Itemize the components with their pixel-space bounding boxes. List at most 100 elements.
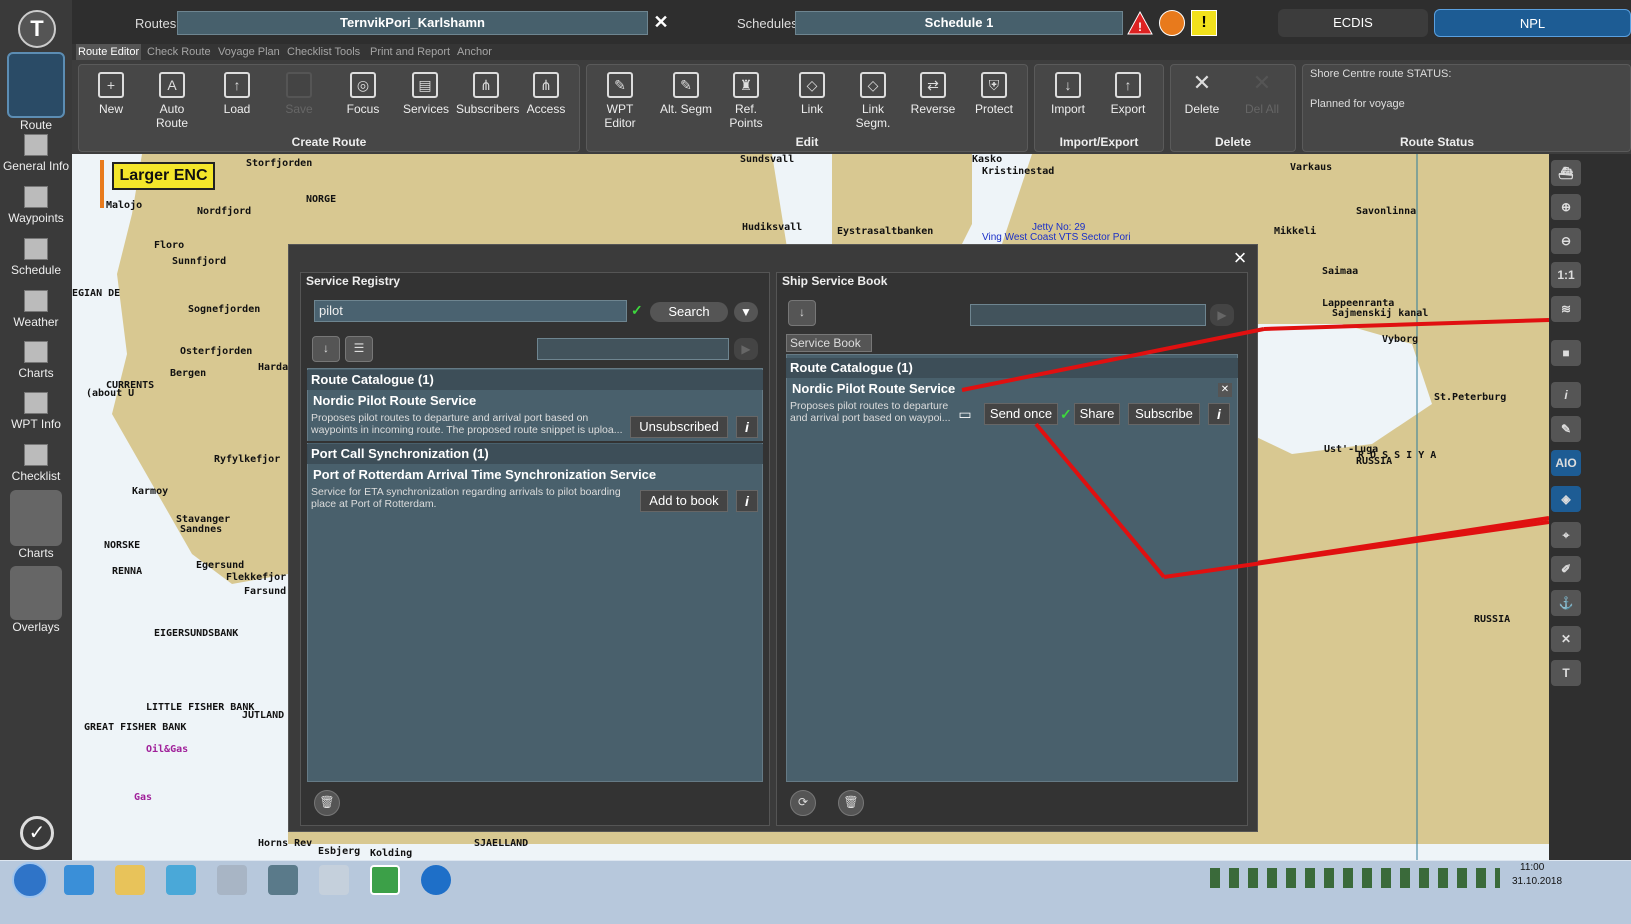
start-button-icon[interactable] [12, 862, 48, 898]
browser-icon[interactable] [64, 865, 94, 895]
service-info-icon[interactable]: i [736, 416, 758, 438]
clear-route-icon[interactable]: ✕ [650, 11, 672, 35]
link-segm-button[interactable]: ◇ Link Segm. [843, 70, 903, 130]
tab-voyage-plan[interactable]: Voyage Plan [216, 44, 282, 60]
sort-az-icon[interactable]: ↓ [788, 300, 816, 326]
close-dialog-icon[interactable]: × [1228, 247, 1252, 269]
ecdis-button[interactable]: ECDIS [1278, 9, 1428, 37]
save-button[interactable]: Save [280, 70, 318, 124]
access-button[interactable]: ⋔ Access [525, 70, 567, 124]
service-name[interactable]: Port of Rotterdam Arrival Time Synchroni… [309, 467, 656, 482]
sidebar-schedule[interactable]: Schedule [0, 238, 72, 277]
category-header[interactable]: Route Catalogue (1) [786, 358, 1238, 378]
zoom-out-icon[interactable]: ⊖ [1551, 228, 1581, 254]
t-logo-icon[interactable]: T [1551, 660, 1581, 686]
alarm-warning-icon[interactable]: ! [1127, 10, 1153, 36]
book-service-name[interactable]: Nordic Pilot Route Service [788, 381, 955, 396]
chart-select-icon[interactable]: ◈ [1551, 486, 1581, 512]
service-info-icon[interactable]: i [1208, 403, 1230, 425]
import-button[interactable]: ↓ Import [1047, 70, 1089, 124]
tools-icon[interactable]: ✕ [1551, 626, 1581, 652]
registry-search-input[interactable]: pilot [314, 300, 627, 322]
category-header[interactable]: Route Catalogue (1) [307, 370, 763, 390]
remote-desktop-icon[interactable] [421, 865, 451, 895]
add-to-book-button[interactable]: Add to book [640, 490, 728, 512]
delete-all-button[interactable]: ✕ Del All [1240, 70, 1284, 124]
chat-icon[interactable]: ▭ [954, 406, 976, 424]
list-view-icon[interactable]: ☰ [345, 336, 373, 362]
reverse-button[interactable]: ⇄ Reverse [910, 70, 956, 124]
play-icon[interactable]: ▶ [1210, 304, 1234, 326]
folder-icon[interactable] [115, 865, 145, 895]
load-button[interactable]: ↑ Load [218, 70, 256, 124]
auto-route-button[interactable]: A Auto Route [143, 70, 201, 130]
tab-check-route[interactable]: Check Route [145, 44, 213, 60]
alt-segm-button[interactable]: ✎ Alt. Segm [658, 70, 714, 124]
subscribers-button[interactable]: ⋔ Subscribers [456, 70, 519, 124]
aio-button[interactable]: AIO [1551, 450, 1581, 476]
category-header[interactable]: Port Call Synchronization (1) [307, 444, 763, 464]
play-icon[interactable]: ▶ [734, 338, 758, 360]
wpt-editor-button[interactable]: ✎ WPT Editor [590, 70, 650, 130]
tools-app-icon[interactable] [217, 865, 247, 895]
trash-icon[interactable]: 🗑 [838, 790, 864, 816]
schedule-select[interactable]: Schedule 1 [795, 11, 1123, 35]
filter-icon[interactable]: ▼ [734, 302, 758, 322]
palette-icon[interactable]: ■ [1551, 340, 1581, 366]
sidebar-checklist[interactable]: Checklist [0, 444, 72, 483]
confirm-check-icon[interactable]: ✓ [20, 816, 54, 850]
services-button[interactable]: ▤ Services [403, 70, 449, 124]
info-icon[interactable]: i [1551, 382, 1581, 408]
registry-filter-input[interactable] [537, 338, 729, 360]
sound-icon[interactable] [1159, 10, 1185, 36]
chat-app-icon[interactable] [166, 865, 196, 895]
service-info-icon[interactable]: i [736, 490, 758, 512]
overlays-icon [10, 566, 62, 620]
tab-route-editor[interactable]: Route Editor [76, 44, 142, 60]
tab-checklist-tools[interactable]: Checklist Tools [285, 44, 362, 60]
terminal-icon[interactable] [268, 865, 298, 895]
sidebar-general-info[interactable]: General Info [0, 134, 72, 173]
sidebar-weather[interactable]: Weather [0, 290, 72, 329]
delete-button[interactable]: ✕ Delete [1180, 70, 1224, 124]
sidebar-waypoints[interactable]: Waypoints [0, 186, 72, 225]
search-button[interactable]: Search [650, 302, 728, 322]
zoom-in-icon[interactable]: ⊕ [1551, 194, 1581, 220]
ship-icon[interactable]: ⛴ [1551, 160, 1581, 186]
caution-icon[interactable]: ! [1191, 10, 1217, 36]
sort-az-icon[interactable]: ↓ [312, 336, 340, 362]
tab-print-report[interactable]: Print and Report [368, 44, 452, 60]
link-button[interactable]: ◇ Link [795, 70, 829, 124]
remove-service-icon[interactable]: ✕ [1218, 383, 1232, 397]
sidebar-wpt-info[interactable]: WPT Info [0, 392, 72, 431]
sidebar-route[interactable]: Route [0, 52, 72, 132]
send-once-button[interactable]: Send once [984, 403, 1058, 425]
layers-icon[interactable]: ≋ [1551, 296, 1581, 322]
vessel-icon[interactable]: ⚓ [1551, 590, 1581, 616]
focus-button[interactable]: ◎ Focus [344, 70, 382, 124]
nav-app-icon[interactable] [319, 865, 349, 895]
route-tool-icon[interactable]: ⌖ [1551, 522, 1581, 548]
app-logo-icon[interactable]: T [18, 10, 56, 48]
trash-icon[interactable]: 🗑 [314, 790, 340, 816]
ref-points-button[interactable]: ♜ Ref. Points [718, 70, 774, 130]
book-filter-input[interactable] [970, 304, 1206, 326]
service-name[interactable]: Nordic Pilot Route Service [309, 393, 476, 408]
measure-icon[interactable]: ✎ [1551, 416, 1581, 442]
chart-app-icon[interactable] [370, 865, 400, 895]
scale-button[interactable]: 1:1 [1551, 262, 1581, 288]
export-button[interactable]: ↑ Export [1107, 70, 1149, 124]
sidebar-charts[interactable]: Charts [0, 341, 72, 380]
route-select[interactable]: TernvikPori_Karlshamn [177, 11, 648, 35]
subscribe-button[interactable]: Subscribe [1128, 403, 1200, 425]
npl-button[interactable]: NPL [1434, 9, 1631, 37]
pen-icon[interactable]: ✐ [1551, 556, 1581, 582]
tab-service-book[interactable]: Service Book [786, 334, 872, 352]
refresh-icon[interactable]: ⟳ [790, 790, 816, 816]
share-button[interactable]: Share [1074, 403, 1120, 425]
system-tray-icons[interactable] [1210, 868, 1500, 888]
protect-button[interactable]: ⛨ Protect [972, 70, 1016, 124]
tab-anchor[interactable]: Anchor [455, 44, 494, 60]
new-route-button[interactable]: + New [90, 70, 132, 124]
unsubscribed-button[interactable]: Unsubscribed [630, 416, 728, 438]
